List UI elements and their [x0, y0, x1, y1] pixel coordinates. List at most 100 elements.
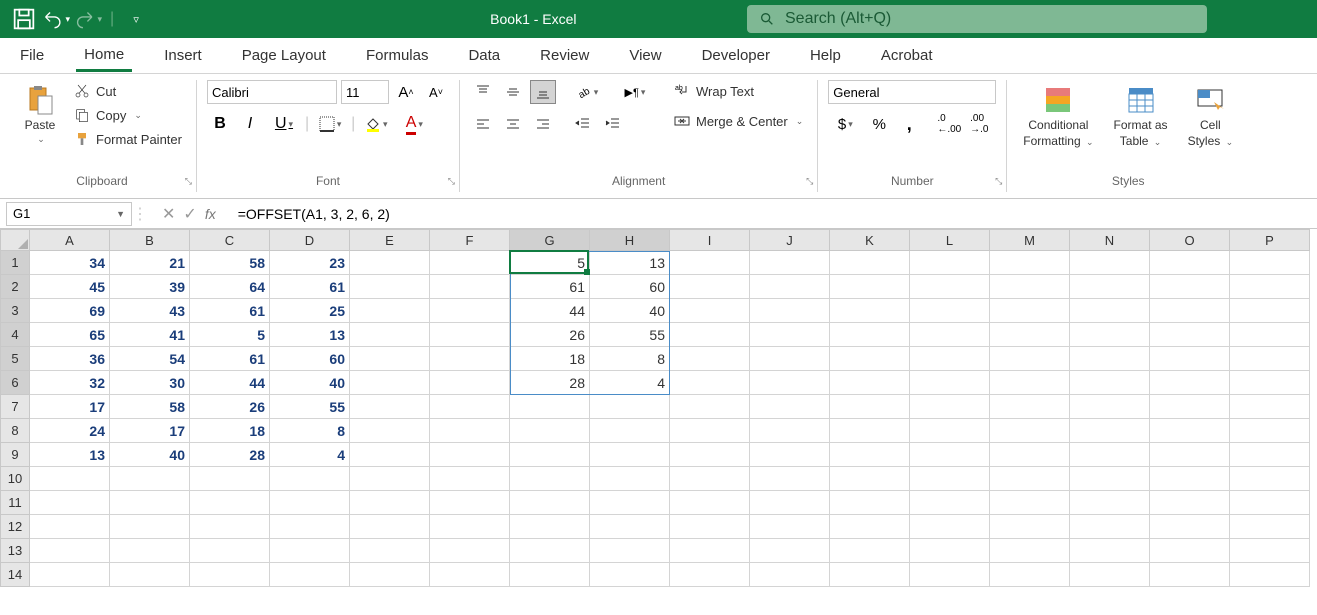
cell-D7[interactable]: 55 [270, 395, 350, 419]
cell-L3[interactable] [910, 299, 990, 323]
cell-M13[interactable] [990, 539, 1070, 563]
increase-indent-icon[interactable] [600, 112, 626, 136]
cell-P8[interactable] [1230, 419, 1310, 443]
increase-decimal-icon[interactable]: .0←.00 [936, 112, 962, 136]
cell-F7[interactable] [430, 395, 510, 419]
orientation-icon[interactable]: ab▾ [570, 80, 604, 104]
fill-color-button[interactable]: ▾ [359, 112, 393, 136]
cell-N12[interactable] [1070, 515, 1150, 539]
cell-H5[interactable]: 8 [590, 347, 670, 371]
cell-A7[interactable]: 17 [30, 395, 110, 419]
cell-K4[interactable] [830, 323, 910, 347]
column-header-N[interactable]: N [1070, 229, 1150, 251]
cell-E11[interactable] [350, 491, 430, 515]
tab-help[interactable]: Help [802, 41, 849, 70]
cell-K10[interactable] [830, 467, 910, 491]
cell-N14[interactable] [1070, 563, 1150, 587]
cell-F9[interactable] [430, 443, 510, 467]
cell-A6[interactable]: 32 [30, 371, 110, 395]
row-header-4[interactable]: 4 [0, 323, 30, 347]
decrease-indent-icon[interactable] [570, 112, 596, 136]
align-bottom-icon[interactable] [530, 80, 556, 104]
row-header-13[interactable]: 13 [0, 539, 30, 563]
cell-H7[interactable] [590, 395, 670, 419]
cell-H9[interactable] [590, 443, 670, 467]
column-header-G[interactable]: G [510, 229, 590, 251]
row-header-12[interactable]: 12 [0, 515, 30, 539]
cancel-formula-icon[interactable]: ✕ [162, 204, 175, 224]
cell-A9[interactable]: 13 [30, 443, 110, 467]
cell-N9[interactable] [1070, 443, 1150, 467]
cell-K1[interactable] [830, 251, 910, 275]
cell-G10[interactable] [510, 467, 590, 491]
name-box[interactable]: G1▼ [6, 202, 132, 226]
cell-K5[interactable] [830, 347, 910, 371]
cell-E8[interactable] [350, 419, 430, 443]
cell-B7[interactable]: 58 [110, 395, 190, 419]
cell-N3[interactable] [1070, 299, 1150, 323]
cell-G3[interactable]: 44 [510, 299, 590, 323]
cell-E9[interactable] [350, 443, 430, 467]
cell-G9[interactable] [510, 443, 590, 467]
cell-N8[interactable] [1070, 419, 1150, 443]
cell-H8[interactable] [590, 419, 670, 443]
paste-button[interactable]: Paste ⌄ [18, 80, 62, 149]
tab-file[interactable]: File [12, 41, 52, 70]
cell-O7[interactable] [1150, 395, 1230, 419]
cell-H1[interactable]: 13 [590, 251, 670, 275]
cell-M6[interactable] [990, 371, 1070, 395]
cell-I4[interactable] [670, 323, 750, 347]
cell-B6[interactable]: 30 [110, 371, 190, 395]
cell-E14[interactable] [350, 563, 430, 587]
cell-M5[interactable] [990, 347, 1070, 371]
cell-L8[interactable] [910, 419, 990, 443]
cell-N6[interactable] [1070, 371, 1150, 395]
cell-L10[interactable] [910, 467, 990, 491]
cell-C9[interactable]: 28 [190, 443, 270, 467]
cell-M1[interactable] [990, 251, 1070, 275]
cell-C10[interactable] [190, 467, 270, 491]
format-painter-button[interactable]: Format Painter [70, 128, 186, 150]
copy-button[interactable]: Copy⌄ [70, 104, 186, 126]
cell-B8[interactable]: 17 [110, 419, 190, 443]
cell-D1[interactable]: 23 [270, 251, 350, 275]
cell-L7[interactable] [910, 395, 990, 419]
cell-H2[interactable]: 60 [590, 275, 670, 299]
cell-H3[interactable]: 40 [590, 299, 670, 323]
formula-input[interactable] [232, 206, 1317, 222]
cell-D8[interactable]: 8 [270, 419, 350, 443]
row-header-6[interactable]: 6 [0, 371, 30, 395]
cell-B9[interactable]: 40 [110, 443, 190, 467]
cell-E3[interactable] [350, 299, 430, 323]
tab-formulas[interactable]: Formulas [358, 41, 437, 70]
cell-J9[interactable] [750, 443, 830, 467]
tab-acrobat[interactable]: Acrobat [873, 41, 941, 70]
cell-F3[interactable] [430, 299, 510, 323]
bold-button[interactable]: B [207, 112, 233, 136]
cell-G2[interactable]: 61 [510, 275, 590, 299]
cell-I12[interactable] [670, 515, 750, 539]
cell-A5[interactable]: 36 [30, 347, 110, 371]
column-header-M[interactable]: M [990, 229, 1070, 251]
font-size-select[interactable] [341, 80, 389, 104]
cell-C11[interactable] [190, 491, 270, 515]
cell-P9[interactable] [1230, 443, 1310, 467]
cell-E1[interactable] [350, 251, 430, 275]
cell-C1[interactable]: 58 [190, 251, 270, 275]
cell-G5[interactable]: 18 [510, 347, 590, 371]
cell-O4[interactable] [1150, 323, 1230, 347]
cell-P1[interactable] [1230, 251, 1310, 275]
cell-J8[interactable] [750, 419, 830, 443]
align-top-icon[interactable] [470, 80, 496, 104]
cell-P6[interactable] [1230, 371, 1310, 395]
column-header-P[interactable]: P [1230, 229, 1310, 251]
fx-icon[interactable]: fx [205, 206, 216, 222]
cell-D5[interactable]: 60 [270, 347, 350, 371]
cell-M7[interactable] [990, 395, 1070, 419]
select-all-corner[interactable] [0, 229, 30, 251]
cell-B1[interactable]: 21 [110, 251, 190, 275]
cell-C14[interactable] [190, 563, 270, 587]
cell-K3[interactable] [830, 299, 910, 323]
cell-I10[interactable] [670, 467, 750, 491]
cell-O14[interactable] [1150, 563, 1230, 587]
